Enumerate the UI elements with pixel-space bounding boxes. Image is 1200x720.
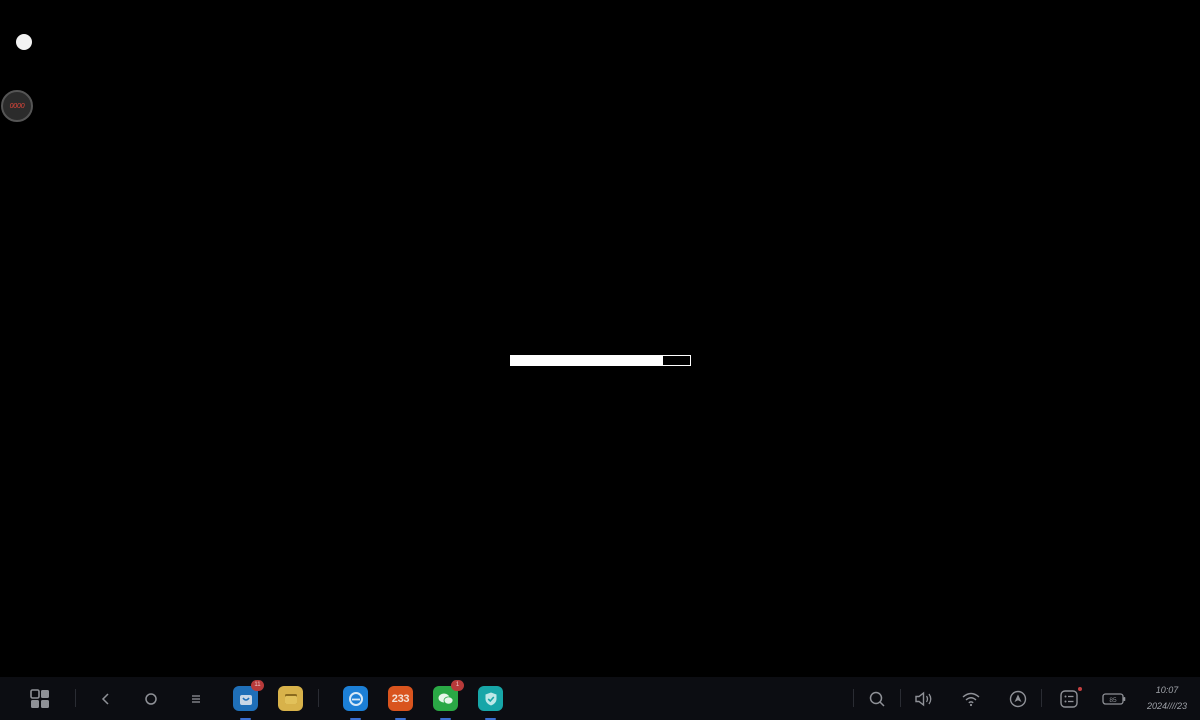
taskbar-separator — [900, 689, 901, 707]
taskbar-security[interactable] — [478, 686, 503, 720]
taskbar-file-manager[interactable] — [278, 686, 303, 711]
notifications-button[interactable] — [1058, 677, 1082, 720]
taskbar-separator — [853, 689, 854, 707]
taskbar-separator — [75, 689, 76, 707]
speaker-icon — [915, 691, 932, 706]
recents-button[interactable] — [186, 677, 206, 720]
wifi-button[interactable] — [960, 677, 982, 720]
clock[interactable]: 10:07 2024////23 — [1138, 684, 1196, 713]
notification-badge: 1 — [451, 680, 464, 691]
navigation-button[interactable] — [1007, 677, 1029, 720]
taskbar: 11 233 1 85 10:07 2024////23 — [0, 677, 1200, 720]
browser-e-icon — [348, 691, 363, 706]
notification-list-icon — [1060, 689, 1078, 708]
floating-assistive-dot[interactable] — [16, 34, 32, 50]
start-button[interactable] — [28, 677, 52, 720]
battery-indicator[interactable]: 85 — [1101, 677, 1127, 720]
app-grid-icon — [30, 688, 49, 708]
battery-level-label: 85 — [1109, 697, 1117, 704]
taskbar-separator — [318, 689, 319, 707]
folder-icon — [284, 693, 297, 704]
taskbar-separator — [1041, 689, 1042, 707]
navigation-arrow-icon — [1009, 690, 1027, 707]
notification-badge: 11 — [251, 680, 264, 691]
screen: 0000 11 233 1 85 10:07 2024////23 — [0, 0, 1200, 720]
taskbar-browser[interactable] — [343, 686, 368, 720]
taskbar-app-store[interactable]: 11 — [233, 680, 264, 720]
shield-check-icon — [485, 692, 496, 705]
taskbar-wechat[interactable]: 1 — [433, 680, 464, 720]
notification-list-wrapper — [1059, 686, 1082, 709]
app-233-label: 233 — [391, 692, 410, 705]
battery-icon: 85 — [1102, 692, 1126, 705]
notification-dot — [1078, 686, 1082, 691]
wechat-chat-icon — [438, 693, 453, 704]
taskbar-233-app[interactable]: 233 — [388, 686, 413, 720]
floating-speed-ball[interactable]: 0000 — [1, 90, 33, 122]
back-arrow-icon — [101, 692, 109, 705]
loading-progress-bar — [510, 355, 691, 366]
home-button[interactable] — [141, 677, 161, 720]
back-button[interactable] — [96, 677, 116, 720]
wifi-icon — [962, 692, 980, 706]
loading-progress-fill — [511, 356, 664, 365]
volume-button[interactable] — [913, 677, 935, 720]
search-icon — [869, 691, 885, 707]
clock-time: 10:07 — [1155, 685, 1179, 695]
home-circle-icon — [145, 692, 157, 705]
floating-speed-ball-label: 0000 — [9, 102, 25, 110]
menu-lines-icon — [192, 694, 200, 703]
search-button[interactable] — [867, 677, 887, 720]
clock-date: 2024////23 — [1146, 701, 1188, 711]
shopping-bag-icon — [239, 694, 252, 705]
